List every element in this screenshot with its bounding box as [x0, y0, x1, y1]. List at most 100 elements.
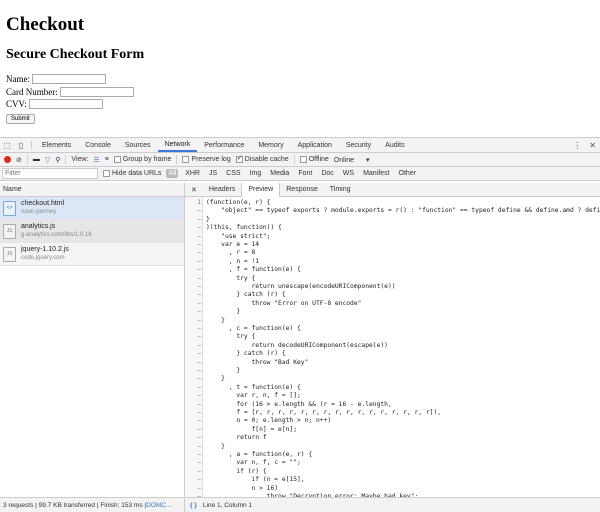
- tab-response[interactable]: Response: [280, 183, 324, 197]
- toolbar-divider: [293, 155, 295, 164]
- line-text: )(this, function() {: [206, 224, 282, 232]
- waterfall-overview-icon[interactable]: ≡: [105, 156, 109, 163]
- name-header-label: Name: [3, 186, 22, 193]
- line-number: –: [197, 291, 201, 299]
- submit-button[interactable]: Submit: [6, 113, 35, 124]
- filter-bar: Hide data URLs All XHR JS CSS Img Media …: [0, 167, 600, 181]
- line-number: –: [197, 283, 201, 290]
- line-number: –: [197, 417, 201, 425]
- line-text: , f = function(e) {: [206, 266, 301, 274]
- inspect-element-icon[interactable]: ⬚: [0, 138, 14, 152]
- offline-label: Offline: [308, 156, 329, 163]
- filter-type-other[interactable]: Other: [397, 169, 419, 178]
- line-number: –: [197, 325, 201, 332]
- close-detail-icon[interactable]: ✕: [185, 183, 203, 197]
- name-column-header[interactable]: Name: [0, 183, 184, 197]
- devtools-panel: ⬚ ▯ Elements Console Sources Network Per…: [0, 137, 600, 512]
- filter-type-media[interactable]: Media: [268, 169, 291, 178]
- code-preview[interactable]: 1 (function(e, r) {– "object" == typeof e…: [185, 197, 600, 497]
- tab-sources[interactable]: Sources: [118, 138, 158, 152]
- filter-type-all[interactable]: All: [166, 169, 179, 178]
- filter-type-doc[interactable]: Doc: [319, 169, 335, 178]
- tab-elements[interactable]: Elements: [35, 138, 78, 152]
- line-number: –: [197, 249, 201, 257]
- line-text: }: [206, 367, 241, 374]
- preserve-log-checkbox[interactable]: Preserve log: [182, 156, 231, 163]
- tab-audits[interactable]: Audits: [378, 138, 411, 152]
- line-number: –: [197, 266, 201, 274]
- large-rows-icon[interactable]: ☰: [93, 156, 99, 164]
- group-by-frame-checkbox[interactable]: Group by frame: [113, 156, 171, 163]
- request-row[interactable]: <> checkout.html /user-journey: [0, 197, 184, 220]
- line-number: –: [197, 333, 201, 341]
- filter-type-xhr[interactable]: XHR: [183, 169, 202, 178]
- request-row[interactable]: JS jquery-1.10.2.js code.jquery.com: [0, 243, 184, 266]
- filter-type-css[interactable]: CSS: [224, 169, 242, 178]
- line-text: try {: [206, 274, 256, 282]
- request-path: /user-journey: [21, 209, 57, 215]
- card-number-row: Card Number:: [6, 86, 594, 99]
- line-text: "object" == typeof exports ? module.expo…: [206, 207, 600, 215]
- name-input[interactable]: [32, 74, 106, 85]
- cvv-label: CVV:: [6, 99, 27, 109]
- request-row[interactable]: JS analytics.js g-analytics.com/libs/1.0…: [0, 220, 184, 243]
- tab-preview[interactable]: Preview: [241, 182, 281, 197]
- request-name: analytics.js: [21, 223, 56, 230]
- filter-type-js[interactable]: JS: [207, 169, 219, 178]
- line-number: –: [197, 392, 201, 400]
- filter-type-img[interactable]: Img: [248, 169, 264, 178]
- detail-tabbar: ✕ Headers Preview Response Timing: [185, 182, 600, 197]
- request-path: code.jquery.com: [21, 255, 65, 261]
- cvv-row: CVV:: [6, 98, 594, 111]
- filter-input[interactable]: [2, 168, 98, 179]
- line-text: , r = 8: [206, 249, 256, 257]
- close-devtools-icon[interactable]: ✕: [589, 141, 596, 150]
- request-detail: ✕ Headers Preview Response Timing 1 (func…: [185, 182, 600, 497]
- filter-type-font[interactable]: Font: [296, 169, 314, 178]
- tab-security[interactable]: Security: [339, 138, 378, 152]
- filter-type-ws[interactable]: WS: [341, 169, 356, 178]
- line-number: –: [197, 383, 201, 391]
- line-number: –: [197, 476, 201, 484]
- offline-checkbox[interactable]: Offline: [299, 156, 329, 163]
- record-icon[interactable]: [4, 156, 11, 163]
- dom-content-loaded-link[interactable]: DOMC...: [146, 502, 171, 509]
- dropdown-arrow-icon: ▾: [365, 156, 370, 164]
- more-options-icon[interactable]: ⋮: [573, 141, 581, 150]
- line-text: var r, n, f = [];: [206, 392, 301, 400]
- clear-icon[interactable]: ⊘: [16, 156, 22, 164]
- request-name: jquery-1.10.2.js: [21, 246, 69, 253]
- tab-memory[interactable]: Memory: [251, 138, 290, 152]
- line-number: –: [197, 425, 201, 433]
- pretty-print-icon[interactable]: { }: [190, 502, 197, 509]
- devtools-tabbar: ⬚ ▯ Elements Console Sources Network Per…: [0, 138, 600, 153]
- cursor-position: Line 1, Column 1: [202, 501, 253, 509]
- filter-icon[interactable]: ▽: [45, 156, 50, 164]
- card-number-input[interactable]: [59, 86, 134, 97]
- web-page: Checkout Secure Checkout Form Name: Card…: [0, 0, 600, 136]
- filter-type-manifest[interactable]: Manifest: [361, 169, 391, 178]
- cvv-input[interactable]: [28, 99, 103, 110]
- line-text: var e = 14: [206, 241, 260, 248]
- tab-application[interactable]: Application: [291, 138, 339, 152]
- search-icon[interactable]: ⚲: [55, 156, 60, 164]
- tab-headers[interactable]: Headers: [203, 183, 241, 197]
- tab-console[interactable]: Console: [78, 138, 118, 152]
- line-number: –: [197, 467, 201, 475]
- line-text: return f: [206, 434, 267, 442]
- tab-performance[interactable]: Performance: [197, 138, 251, 152]
- capture-screenshots-icon[interactable]: ▬: [33, 156, 40, 163]
- tab-timing[interactable]: Timing: [324, 183, 357, 197]
- page-title: Checkout: [6, 14, 85, 35]
- hide-data-urls-checkbox[interactable]: Hide data URLs: [103, 170, 161, 177]
- line-number: 1: [197, 199, 201, 206]
- line-text: if (n = e[15],: [206, 476, 305, 484]
- tab-network[interactable]: Network: [157, 138, 198, 152]
- disable-cache-label: Disable cache: [244, 156, 289, 163]
- line-text: , c = function(e) {: [206, 325, 301, 332]
- toolbar-divider: [176, 155, 178, 164]
- throttle-select[interactable]: Online ▾: [334, 156, 370, 164]
- disable-cache-checkbox[interactable]: Disable cache: [235, 154, 289, 163]
- device-toolbar-icon[interactable]: ▯: [14, 138, 28, 152]
- line-text: } catch (r) {: [206, 291, 286, 299]
